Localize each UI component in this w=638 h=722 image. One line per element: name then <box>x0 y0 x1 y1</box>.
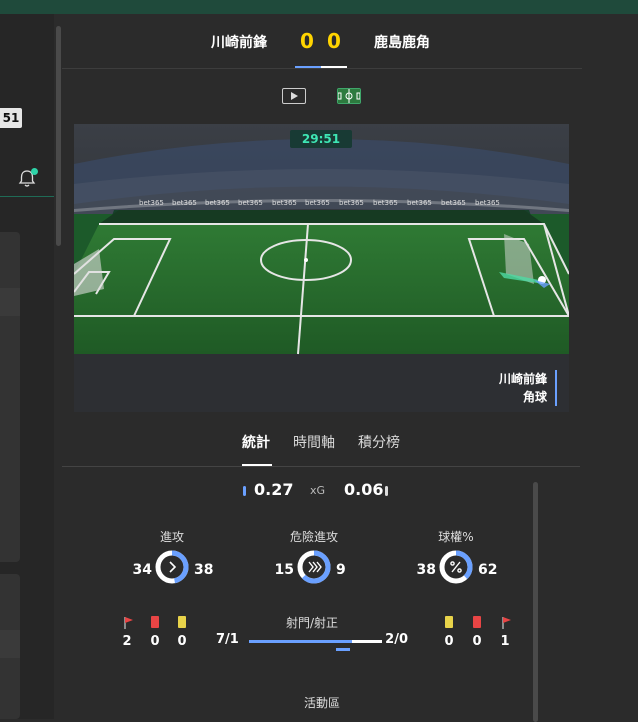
stat-ring <box>297 550 331 584</box>
match-header: 川崎前鋒 0 0 鹿島鹿角 <box>62 29 582 56</box>
away-discipline: 0 0 1 <box>442 614 512 654</box>
home-corners: 2 <box>122 634 132 649</box>
svg-text:bet365: bet365 <box>407 199 432 207</box>
percent-icon <box>450 561 462 573</box>
xg-row: 0.27 xG 0.06 <box>62 480 582 504</box>
shots-home-value: 7/1 <box>216 632 239 647</box>
live-pitch: bet365 bet365 bet365 bet365 bet365 bet365 b… <box>74 124 569 412</box>
activity-area-title: 活動區 <box>303 696 340 710</box>
xg-away-value: 0.06 <box>344 480 384 499</box>
away-team-name[interactable]: 鹿島鹿角 <box>374 32 430 52</box>
stat-ring <box>155 550 189 584</box>
corner-flag-icon <box>124 617 133 629</box>
away-score: 0 <box>327 29 341 53</box>
chevron-right-icon <box>169 561 177 573</box>
yellow-card-icon <box>445 616 453 628</box>
stat-home-value: 15 <box>274 562 294 578</box>
stat-home-value: 38 <box>416 562 436 578</box>
svg-text:bet365: bet365 <box>441 199 466 207</box>
event-callout: 川崎前鋒 角球 <box>499 370 557 406</box>
svg-text:bet365: bet365 <box>339 199 364 207</box>
stat-title: 球權% <box>438 530 474 544</box>
stadium-graphic: bet365 bet365 bet365 bet365 bet365 bet365 b… <box>74 124 569 412</box>
stats-scrollbar[interactable] <box>533 482 538 722</box>
home-score: 0 <box>300 29 314 53</box>
yellow-card-icon <box>178 616 186 628</box>
notification-button[interactable] <box>14 166 40 192</box>
corner-flag-icon <box>502 617 511 629</box>
stat-title: 進攻 <box>159 530 184 544</box>
shots-title: 射門/射正 <box>285 616 339 630</box>
svg-text:bet365: bet365 <box>238 199 263 207</box>
red-card-icon <box>151 616 159 628</box>
play-icon <box>291 92 298 100</box>
pitch-clock: 29:51 <box>290 130 352 148</box>
svg-text:bet365: bet365 <box>272 199 297 207</box>
top-bar <box>0 0 638 14</box>
stat-away-value: 38 <box>194 562 214 578</box>
match-panel: 川崎前鋒 0 0 鹿島鹿角 bet365 bet365 bet365 bet36… <box>62 14 582 722</box>
left-card-row <box>0 630 20 658</box>
left-card[interactable] <box>0 232 20 562</box>
home-yellow-cards: 0 <box>177 634 187 649</box>
event-team: 川崎前鋒 <box>498 372 547 386</box>
svg-text:bet365: bet365 <box>205 199 230 207</box>
double-chevron-icon <box>308 561 322 573</box>
xg-home-value: 0.27 <box>254 480 294 499</box>
away-yellow-cards: 0 <box>444 634 454 649</box>
left-sidebar: 51 <box>0 14 54 719</box>
away-red-cards: 0 <box>472 634 482 649</box>
red-card-icon <box>473 616 481 628</box>
stat-dangerous-attacks: 危險進攻 15 9 <box>254 528 374 588</box>
shots-stat: 射門/射正 7/1 2/0 <box>212 614 412 654</box>
svg-text:bet365: bet365 <box>475 199 500 207</box>
shots-away-value: 2/0 <box>385 632 408 647</box>
svg-text:bet365: bet365 <box>139 199 164 207</box>
home-team-name[interactable]: 川崎前鋒 <box>211 32 267 52</box>
svg-text:bet365: bet365 <box>305 199 330 207</box>
tab-stats[interactable]: 統計 <box>242 432 270 452</box>
stat-possession: 球權% 38 62 <box>396 528 516 588</box>
tab-timeline[interactable]: 時間軸 <box>293 432 335 452</box>
home-red-cards: 0 <box>150 634 160 649</box>
event-type: 角球 <box>522 390 547 404</box>
svg-text:bet365: bet365 <box>373 199 398 207</box>
tab-standings[interactable]: 積分榜 <box>358 432 400 452</box>
home-discipline: 2 0 0 <box>120 614 190 654</box>
pitch-view-button[interactable] <box>337 88 361 104</box>
stat-away-value: 9 <box>336 562 346 578</box>
svg-text:bet365: bet365 <box>172 199 197 207</box>
stat-title: 危險進攻 <box>289 530 338 544</box>
left-divider <box>0 196 54 197</box>
header-divider <box>62 68 582 69</box>
shots-on-target-bar <box>336 648 350 651</box>
left-card-row <box>0 288 20 316</box>
pitch-icon <box>338 89 360 103</box>
notification-dot <box>31 168 38 175</box>
away-corners: 1 <box>500 634 510 649</box>
left-card[interactable] <box>0 574 20 719</box>
shots-away-bar <box>352 640 382 643</box>
xg-away-marker <box>385 486 388 496</box>
stats-tabs: 統計 時間軸 積分榜 <box>62 426 582 468</box>
stat-away-value: 62 <box>478 562 498 578</box>
stat-home-value: 34 <box>132 562 152 578</box>
xg-label: xG <box>310 484 326 497</box>
stat-attacks: 進攻 34 38 <box>112 528 232 588</box>
scrollbar[interactable] <box>56 26 61 246</box>
shots-home-bar <box>249 640 352 643</box>
video-view-button[interactable] <box>282 88 306 104</box>
clock-badge: 51 <box>0 108 22 128</box>
stats-divider <box>62 466 580 467</box>
xg-home-marker <box>243 486 246 496</box>
stat-ring <box>439 550 473 584</box>
